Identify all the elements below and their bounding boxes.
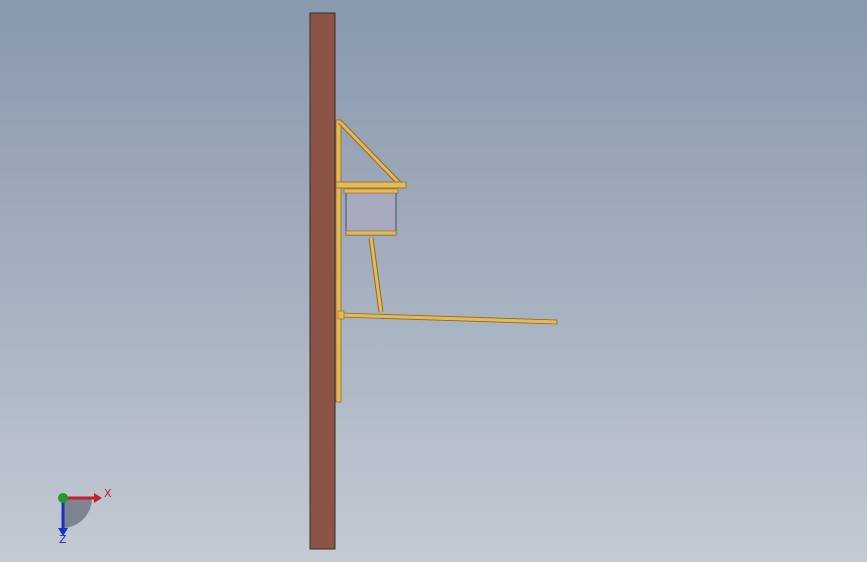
wooden-post[interactable] — [309, 12, 336, 550]
x-axis-label: X — [104, 487, 112, 500]
cad-viewport[interactable] — [0, 0, 867, 562]
x-axis-arrow — [94, 493, 102, 503]
z-axis-label: Z — [59, 533, 67, 544]
lower-arm-bracket — [337, 310, 345, 320]
equipment-box-top-rail — [343, 188, 399, 194]
equipment-box-bottom-rail — [345, 230, 397, 236]
equipment-box[interactable] — [345, 190, 397, 236]
axis-triad: X Z Y — [58, 487, 112, 544]
upper-diagonal-brace-fill — [338, 120, 402, 186]
y-axis-dot — [58, 493, 68, 503]
lower-long-arm[interactable] — [339, 312, 558, 325]
back-plate[interactable] — [335, 119, 342, 403]
top-horizontal-arm[interactable] — [335, 181, 407, 189]
vertical-strut-fill — [369, 237, 383, 313]
triad-sphere — [62, 498, 92, 528]
